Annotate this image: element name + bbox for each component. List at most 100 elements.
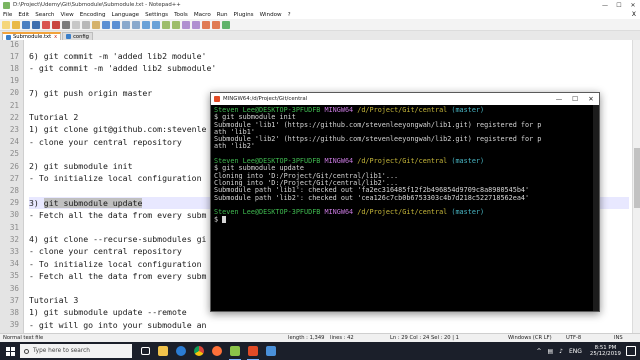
git-bash-title-bar[interactable]: MINGW64:/d/Project/Git/central — ☐ ✕ [211, 93, 599, 105]
terminal-output-line: Submodule 'lib1' (https://github.com/ste… [214, 120, 542, 129]
notepad-app-icon [3, 1, 10, 9]
close-file-icon[interactable] [42, 20, 50, 29]
edge-icon[interactable] [172, 342, 190, 360]
close-document-button[interactable]: X [632, 11, 636, 18]
start-button[interactable] [0, 342, 20, 360]
maximize-button[interactable]: ☐ [567, 93, 583, 105]
scrollbar-thumb[interactable] [634, 148, 640, 208]
line-number: 34 [9, 259, 19, 269]
sync-scroll-icon[interactable] [162, 20, 170, 29]
menu-edit[interactable]: Edit [18, 12, 29, 18]
close-button[interactable]: ✕ [626, 0, 640, 10]
open-file-icon[interactable] [12, 20, 20, 29]
indent-guide-icon[interactable] [192, 20, 200, 29]
save-all-icon[interactable] [32, 20, 40, 29]
menu-language[interactable]: Language [112, 12, 140, 18]
close-button[interactable]: ✕ [583, 93, 599, 105]
replace-icon[interactable] [132, 20, 140, 29]
undo-icon[interactable] [102, 20, 110, 29]
zoom-in-icon[interactable] [142, 20, 150, 29]
paste-icon[interactable] [92, 20, 100, 29]
file-explorer-icon[interactable] [154, 342, 172, 360]
line-number: 21 [9, 100, 19, 110]
terminal-cursor [222, 216, 227, 224]
notepad-title-bar[interactable]: D:\Project\Udemy\Git\Submodule\Submodule… [0, 0, 640, 10]
line-number: 29 [9, 198, 19, 208]
minimize-button[interactable]: — [598, 0, 612, 10]
word-wrap-icon[interactable] [172, 20, 180, 29]
redo-icon[interactable] [112, 20, 120, 29]
status-eol[interactable]: Windows (CR LF) [508, 335, 552, 341]
language-indicator[interactable]: ENG [569, 348, 582, 355]
menu-macro[interactable]: Macro [194, 12, 211, 18]
volume-icon[interactable]: ♪ [559, 348, 563, 355]
network-icon[interactable]: ▤ [547, 348, 553, 355]
menu-help[interactable]: ? [288, 12, 291, 18]
close-all-icon[interactable] [52, 20, 60, 29]
search-icon [24, 348, 29, 354]
chrome-icon[interactable] [190, 342, 208, 360]
task-view-icon[interactable] [136, 342, 154, 360]
line-number: 33 [9, 246, 19, 256]
menu-view[interactable]: View [60, 12, 73, 18]
save-icon[interactable] [22, 20, 30, 29]
terminal-output[interactable]: Steven Lee@DESKTOP-3PFUDFB MINGW64 /d/Pr… [211, 105, 593, 311]
chevron-up-icon[interactable]: ^ [536, 348, 541, 355]
find-icon[interactable] [122, 20, 130, 29]
notepad-status-bar: Normal text file length : 1,349 lines : … [0, 333, 640, 342]
line-number: 24 [9, 137, 19, 147]
notepad-tab-bar: Submodule.txt x config [0, 31, 640, 40]
taskbar-search-box[interactable]: Type here to search [20, 344, 132, 358]
code-line[interactable] [29, 75, 629, 87]
git-bash-window-controls: — ☐ ✕ [551, 93, 599, 105]
code-line[interactable]: - git commit -m 'added lib2 submodule' [29, 62, 629, 74]
editor-scrollbar[interactable] [632, 40, 640, 333]
line-number: 23 [9, 124, 19, 134]
zoom-out-icon[interactable] [152, 20, 160, 29]
copy-icon[interactable] [82, 20, 90, 29]
menu-plugins[interactable]: Plugins [234, 12, 254, 18]
maximize-button[interactable]: ☐ [612, 0, 626, 10]
code-line[interactable] [29, 40, 629, 50]
line-number: 17 [9, 51, 19, 61]
menu-search[interactable]: Search [35, 12, 54, 18]
new-file-icon[interactable] [2, 20, 10, 29]
notepad-plus-plus-icon[interactable] [226, 342, 244, 360]
status-insert-mode: INS [614, 335, 623, 341]
show-all-chars-icon[interactable] [182, 20, 190, 29]
status-encoding[interactable]: UTF-8 [566, 335, 581, 341]
windows-taskbar: Type here to search ^ ▤ ♪ ENG 8:51 PM 25… [0, 342, 640, 360]
tab-config[interactable]: config [62, 32, 93, 40]
mail-icon[interactable] [262, 342, 280, 360]
line-number: 39 [9, 320, 19, 330]
firefox-icon[interactable] [208, 342, 226, 360]
terminal-output-line: ath 'lib2' [214, 142, 255, 151]
notification-icon[interactable] [626, 346, 636, 356]
print-icon[interactable] [62, 20, 70, 29]
menu-tools[interactable]: Tools [174, 12, 188, 18]
git-bash-window[interactable]: MINGW64:/d/Project/Git/central — ☐ ✕ Ste… [210, 92, 600, 312]
menu-file[interactable]: File [3, 12, 12, 18]
code-line[interactable]: 6) git commit -m 'added lib2 module' [29, 50, 629, 62]
line-number-gutter: 16 17 18 19 20 21 22 23 24 25 26 27 28 29 30 31 32 33 34 35… [0, 39, 24, 360]
menu-window[interactable]: Window [260, 12, 282, 18]
record-macro-icon[interactable] [202, 20, 210, 29]
cut-icon[interactable] [72, 20, 80, 29]
notepad-window-title: D:\Project\Udemy\Git\Submodule\Submodule… [13, 2, 181, 8]
play-macro-icon[interactable] [222, 20, 230, 29]
minimize-button[interactable]: — [551, 93, 567, 105]
menu-settings[interactable]: Settings [145, 12, 168, 18]
menu-run[interactable]: Run [217, 12, 228, 18]
git-bash-taskbar-icon[interactable] [244, 342, 262, 360]
taskbar-clock[interactable]: 8:51 PM 25/12/2019 [590, 345, 621, 358]
stop-macro-icon[interactable] [212, 20, 220, 29]
code-line[interactable]: - git will go into your submodule an [29, 319, 629, 331]
line-number: 38 [9, 307, 19, 317]
git-bash-icon [214, 96, 220, 102]
line-number: 26 [9, 161, 19, 171]
menu-encoding[interactable]: Encoding [80, 12, 106, 18]
line-number: 16 [9, 39, 19, 49]
terminal-input-line[interactable]: $ [214, 216, 590, 224]
terminal-scrollbar[interactable] [593, 105, 599, 311]
line-number: 31 [9, 222, 19, 232]
